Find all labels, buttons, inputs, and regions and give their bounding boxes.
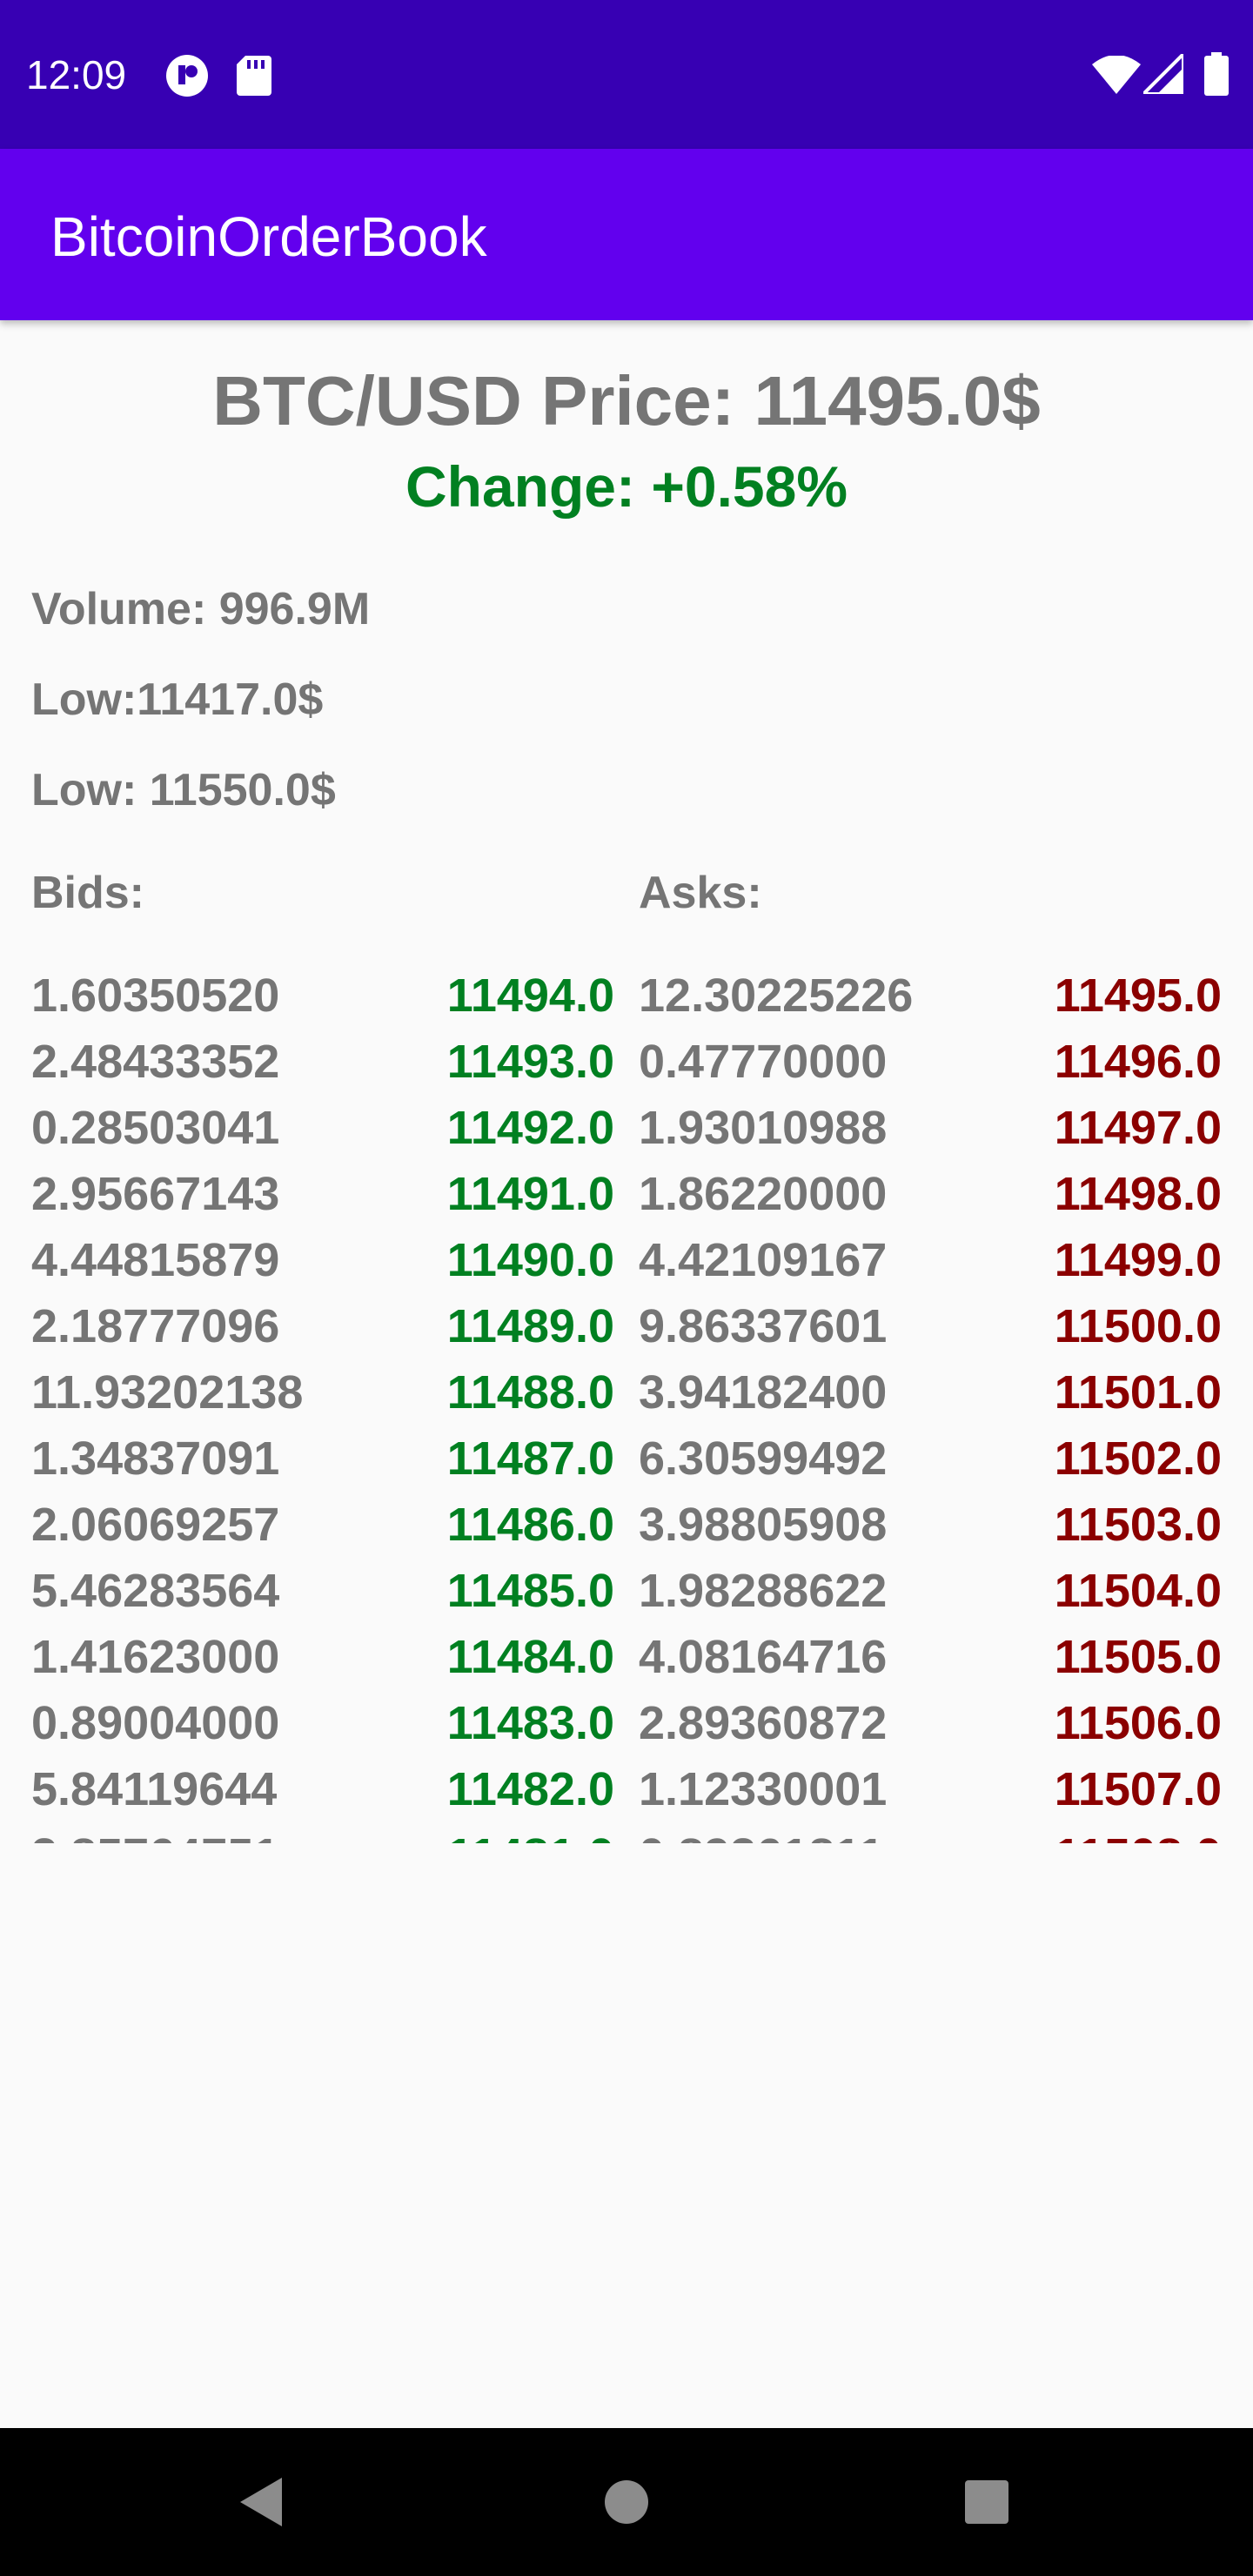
ask-amount: 2.89360872 xyxy=(639,1697,888,1749)
bid-price: 11492.0 xyxy=(446,1102,614,1154)
bid-price: 11493.0 xyxy=(446,1036,614,1088)
app-title: BitcoinOrderBook xyxy=(50,205,487,268)
order-row: 0.28503041 11492.0 1.93010988 11497.0 xyxy=(0,1095,1253,1161)
status-bar: 12:09 xyxy=(0,0,1253,149)
asks-header: Asks: xyxy=(639,868,762,918)
bid-amount: 2.95667143 xyxy=(31,1168,280,1220)
bid-amount: 0.28503041 xyxy=(31,1102,280,1154)
bids-header: Bids: xyxy=(31,868,144,918)
order-row: 1.60350520 11494.0 12.30225226 11495.0 xyxy=(0,963,1253,1029)
ask-amount: 4.42109167 xyxy=(639,1234,888,1286)
signal-icon xyxy=(1139,50,1185,98)
order-row: 2.48433352 11493.0 0.47770000 11496.0 xyxy=(0,1029,1253,1095)
ask-amount: 0.89361811 xyxy=(639,1822,884,1843)
recents-button[interactable] xyxy=(900,2428,1074,2576)
bid-amount: 1.34837091 xyxy=(31,1432,280,1485)
bid-amount: 1.41623000 xyxy=(31,1631,280,1683)
ask-price: 11507.0 xyxy=(1054,1763,1222,1815)
back-icon xyxy=(240,2478,282,2526)
ask-price: 11497.0 xyxy=(1054,1102,1222,1154)
bid-amount: 5.84119644 xyxy=(31,1763,278,1815)
ask-price: 11503.0 xyxy=(1054,1499,1222,1551)
ask-price: 11508.0 xyxy=(1055,1822,1222,1843)
bid-price: 11481.0 xyxy=(447,1822,614,1843)
assistant-icon xyxy=(165,54,209,102)
ask-price: 11498.0 xyxy=(1054,1168,1222,1220)
ask-amount: 9.86337601 xyxy=(639,1300,888,1352)
ask-amount: 3.98805908 xyxy=(639,1499,888,1551)
ask-price: 11500.0 xyxy=(1054,1300,1222,1352)
order-row: 2.18777096 11489.0 9.86337601 11500.0 xyxy=(0,1293,1253,1359)
bid-amount: 4.44815879 xyxy=(31,1234,280,1286)
ask-amount: 4.08164716 xyxy=(639,1631,888,1683)
ask-price: 11502.0 xyxy=(1054,1432,1222,1485)
order-row: 2.06069257 11486.0 3.98805908 11503.0 xyxy=(0,1492,1253,1558)
bid-amount: 11.93202138 xyxy=(31,1366,304,1419)
bid-amount: 2.06069257 xyxy=(31,1499,280,1551)
bid-price: 11485.0 xyxy=(446,1565,614,1617)
bid-price: 11489.0 xyxy=(446,1300,614,1352)
price-change: Change: +0.58% xyxy=(405,454,848,519)
bid-price: 11484.0 xyxy=(446,1631,614,1683)
ask-amount: 1.93010988 xyxy=(639,1102,888,1154)
order-row: 0.89004000 11483.0 2.89360872 11506.0 xyxy=(0,1690,1253,1756)
wifi-icon xyxy=(1092,55,1141,98)
bid-amount: 1.60350520 xyxy=(31,969,280,1022)
ask-amount: 0.47770000 xyxy=(639,1036,888,1088)
order-row: 3.85764751 11481.0 0.89361811 11508.0 xyxy=(0,1822,1253,1843)
bid-amount: 5.46283564 xyxy=(31,1565,280,1617)
bid-amount: 2.18777096 xyxy=(31,1300,280,1352)
ask-price: 11495.0 xyxy=(1054,969,1222,1022)
order-row: 5.46283564 11485.0 1.98288622 11504.0 xyxy=(0,1558,1253,1624)
battery-icon xyxy=(1204,52,1229,100)
bid-price: 11482.0 xyxy=(446,1763,614,1815)
order-book-list[interactable]: 1.60350520 11494.0 12.30225226 11495.0 2.484… xyxy=(0,963,1253,1843)
main-content[interactable]: BTC/USD Price: 11495.0$ Change: +0.58% V… xyxy=(0,320,1253,2400)
home-icon xyxy=(605,2480,648,2524)
bid-amount: 3.85764751 xyxy=(31,1822,279,1843)
ask-price: 11499.0 xyxy=(1054,1234,1222,1286)
order-row: 1.41623000 11484.0 4.08164716 11505.0 xyxy=(0,1624,1253,1690)
bid-price: 11491.0 xyxy=(446,1168,614,1220)
navigation-bar xyxy=(0,2428,1253,2576)
volume-label: Volume: 996.9M xyxy=(31,584,371,634)
order-row: 4.44815879 11490.0 4.42109167 11499.0 xyxy=(0,1227,1253,1293)
ask-price: 11496.0 xyxy=(1054,1036,1222,1088)
ask-amount: 6.30599492 xyxy=(639,1432,888,1485)
ask-amount: 1.98288622 xyxy=(639,1565,888,1617)
ask-price: 11506.0 xyxy=(1054,1697,1222,1749)
order-row: 11.93202138 11488.0 3.94182400 11501.0 xyxy=(0,1359,1253,1426)
order-row: 5.84119644 11482.0 1.12330001 11507.0 xyxy=(0,1756,1253,1822)
low-label: Low:11417.0$ xyxy=(31,674,324,725)
ask-amount: 1.86220000 xyxy=(639,1168,888,1220)
ask-price: 11505.0 xyxy=(1054,1631,1222,1683)
back-button[interactable] xyxy=(174,2428,348,2576)
btc-price: BTC/USD Price: 11495.0$ xyxy=(212,362,1041,439)
bid-amount: 0.89004000 xyxy=(31,1697,280,1749)
ask-amount: 12.30225226 xyxy=(639,969,914,1022)
order-row: 1.34837091 11487.0 6.30599492 11502.0 xyxy=(0,1426,1253,1492)
ask-price: 11504.0 xyxy=(1054,1565,1222,1617)
bid-price: 11490.0 xyxy=(446,1234,614,1286)
home-button[interactable] xyxy=(539,2428,714,2576)
app-bar: BitcoinOrderBook xyxy=(0,149,1253,320)
ask-amount: 3.94182400 xyxy=(639,1366,888,1419)
bid-price: 11488.0 xyxy=(446,1366,614,1419)
bid-price: 11487.0 xyxy=(446,1432,614,1485)
recents-icon xyxy=(965,2480,1008,2524)
bid-price: 11483.0 xyxy=(446,1697,614,1749)
bid-price: 11486.0 xyxy=(446,1499,614,1551)
ask-amount: 1.12330001 xyxy=(639,1763,888,1815)
sd-card-icon xyxy=(237,56,271,100)
status-time: 12:09 xyxy=(26,52,127,97)
high-label: Low: 11550.0$ xyxy=(31,765,336,815)
order-row: 2.95667143 11491.0 1.86220000 11498.0 xyxy=(0,1161,1253,1227)
bid-price: 11494.0 xyxy=(446,969,614,1022)
bid-amount: 2.48433352 xyxy=(31,1036,280,1088)
ask-price: 11501.0 xyxy=(1054,1366,1222,1419)
